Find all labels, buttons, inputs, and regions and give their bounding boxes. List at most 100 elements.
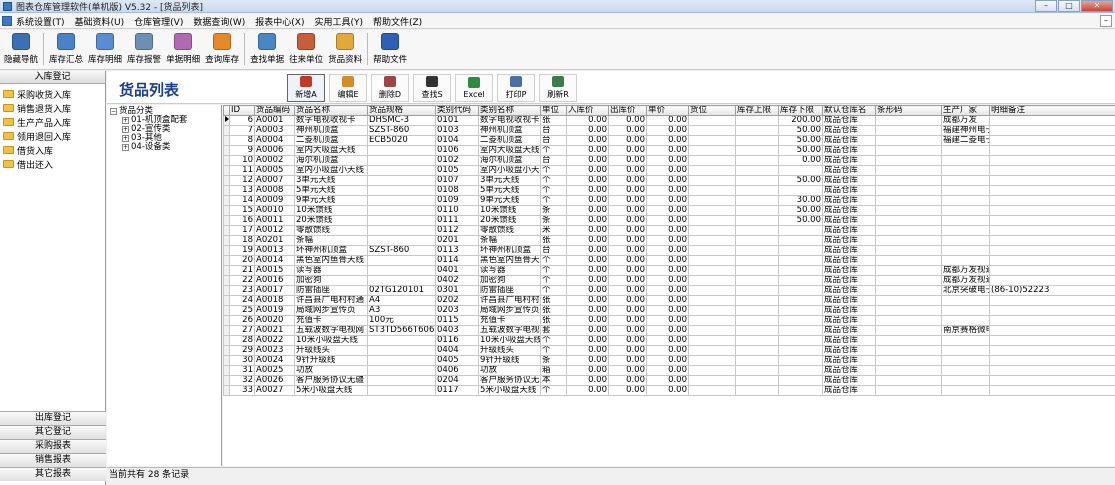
delete-button[interactable]: 删除D bbox=[371, 74, 409, 102]
toolbar-stock-summary-button[interactable]: 库存汇总 bbox=[49, 33, 83, 65]
table-cell: 张 bbox=[540, 235, 567, 246]
add-button[interactable]: 新增A bbox=[287, 74, 325, 102]
toolbar-hide-nav-button[interactable]: 隐藏导航 bbox=[4, 33, 38, 65]
tree-node-2[interactable]: +02-宣传类 bbox=[110, 125, 221, 134]
table-row[interactable]: 20A0014黑色室内鱼骨天线0114黑色室内鱼骨天线个0.000.000.00… bbox=[223, 255, 1115, 266]
table-row[interactable]: 13 A0008 5单元天线 0108 5单元天线个 0.00 0.00 0.00 成品仓库 bbox=[223, 185, 1115, 196]
table-row[interactable]: 12 A0007 3单元天线 0107 3单元天线个 0.00 0.00 0.00 50.00 成… bbox=[223, 175, 1115, 186]
column-header[interactable]: 默认仓库名 bbox=[822, 105, 876, 116]
tree-node-4[interactable]: +04-设备类 bbox=[110, 143, 221, 152]
table-row[interactable]: 8 A0004 二菱机顶盒 ECB5020 0104 二菱机顶盒台 0.00 0.00 0.00… bbox=[223, 135, 1115, 146]
expand-icon[interactable]: + bbox=[122, 135, 129, 142]
find-button[interactable]: 查找S bbox=[413, 74, 451, 102]
table-row[interactable]: 29 A0023 升级线头 0404 升级线头个 0.00 0.00 0.00 成品仓库 bbox=[223, 345, 1115, 356]
column-header[interactable]: 类别名称 bbox=[478, 105, 541, 116]
toolbar-document-detail-button[interactable]: 单据明细 bbox=[166, 33, 200, 65]
nav-item-4[interactable]: 领用退回入库 bbox=[0, 129, 105, 143]
toolbar-find-document-button[interactable]: 查找单据 bbox=[250, 33, 284, 65]
table-cell: 0.00 bbox=[608, 365, 647, 376]
table-row[interactable]: 33 A0027 5米小吸盘天线 0117 5米小吸盘天线个 0.00 0.00 0.00 成品… bbox=[223, 385, 1115, 396]
table-row[interactable]: 31 A0025 功放 0406 功放箱 0.00 0.00 0.00 成品仓库 bbox=[223, 365, 1115, 376]
table-row[interactable]: 22 A0016 加密狗 0402 加密狗个 0.00 0.00 0.00 成品仓库 成都万发视通 bbox=[223, 275, 1115, 286]
table-row[interactable]: 19 A0013 坏神州机顶盒 SZST-860 0113 坏神州机顶盒台 0.00 0.00… bbox=[223, 245, 1115, 256]
table-row[interactable]: 7 A0003 神州机顶盒 SZST-860 0103 神州机顶盒台 0.00 0.00 0.0… bbox=[223, 125, 1115, 136]
toolbar-goods-info-button[interactable]: 货品资料 bbox=[328, 33, 362, 65]
table-row[interactable]: 24A0018许昌县广电村村通A40202许昌县广电村村通张0.000.000.… bbox=[223, 295, 1115, 306]
table-row[interactable]: 23 A0017 防雷插座 02TG120101 0301 防雷插座个 0.00 0.00 0.… bbox=[223, 285, 1115, 296]
column-header[interactable]: ID bbox=[229, 105, 255, 116]
column-header[interactable]: 单价 bbox=[646, 105, 689, 116]
expand-icon[interactable]: + bbox=[122, 126, 129, 133]
table-row[interactable]: 18 A0201 条幅 0201 条幅张 0.00 0.00 0.00 成品仓库 bbox=[223, 235, 1115, 246]
table-row[interactable]: 30 A0024 9针升级线 0405 9针升级线条 0.00 0.00 0.00 成品仓库 bbox=[223, 355, 1115, 366]
print-button[interactable]: 打印P bbox=[497, 74, 535, 102]
toolbar-stock-alert-button[interactable]: 库存报警 bbox=[127, 33, 161, 65]
table-row[interactable]: 25 A0019 局域网步宣传页 A3 0203 局域网步宣传页张 0.00 0.00 0.00… bbox=[223, 305, 1115, 316]
table-row[interactable]: 11A0005室内小吸盘小天线0105室内小吸盘小天线个0.000.000.00… bbox=[223, 165, 1115, 176]
table-row[interactable]: 9 A0006 室内大吸盘天线 0106 室内大吸盘天线个 0.00 0.00 0.00 50.… bbox=[223, 145, 1115, 156]
edit-button[interactable]: 编辑E bbox=[329, 74, 367, 102]
refresh-button[interactable]: 刷新R bbox=[539, 74, 577, 102]
table-row[interactable]: 32A0026客户服务协议无疆0204客户服务协议无疆本0.000.000.00… bbox=[223, 375, 1115, 386]
collapse-icon[interactable]: − bbox=[110, 108, 117, 115]
expand-icon[interactable]: + bbox=[122, 117, 129, 124]
column-header[interactable]: 类别代码 bbox=[435, 105, 479, 116]
toolbar-partners-button[interactable]: 往来单位 bbox=[289, 33, 323, 65]
table-row[interactable]: 10 A0002 海尔机顶盒 0102 海尔机顶盒台 0.00 0.00 0.00 0.00 成品… bbox=[223, 155, 1115, 166]
nav-section-2[interactable]: 其它登记 bbox=[0, 425, 106, 439]
minimize-button[interactable]: – bbox=[1035, 0, 1057, 12]
toolbar-help-file-button[interactable]: 帮助文件 bbox=[373, 33, 407, 65]
column-header[interactable]: 货品名称 bbox=[294, 105, 368, 116]
nav-item-5[interactable]: 借货入库 bbox=[0, 143, 105, 157]
column-header[interactable]: 库存下限 bbox=[778, 105, 823, 116]
menu-item-basic-data[interactable]: 基础资料(U) bbox=[75, 15, 125, 28]
toolbar-stock-detail-button[interactable]: 库存明细 bbox=[88, 33, 122, 65]
column-header[interactable]: 明细备注 bbox=[989, 105, 1115, 116]
close-button[interactable]: ✕ bbox=[1081, 0, 1113, 12]
table-row[interactable]: 28 A0022 10米小吸盘天线 0116 10米小吸盘天线个 0.00 0.00 0.00… bbox=[223, 335, 1115, 346]
nav-section-5[interactable]: 其它报表 bbox=[0, 467, 106, 481]
column-header[interactable]: 出库价 bbox=[608, 105, 647, 116]
table-cell: 0.00 bbox=[646, 145, 689, 156]
table-row[interactable]: 15 A0010 10米馈线 0110 10米馈线条 0.00 0.00 0.00 50.00 成… bbox=[223, 205, 1115, 216]
mdi-restore-button[interactable]: – bbox=[1100, 15, 1112, 27]
column-header[interactable]: 生产厂家 bbox=[941, 105, 990, 116]
menu-item-tools[interactable]: 实用工具(Y) bbox=[314, 15, 363, 28]
table-row[interactable]: 14 A0009 9单元天线 0109 9单元天线个 0.00 0.00 0.00 30.00 成… bbox=[223, 195, 1115, 206]
nav-section-4[interactable]: 销售报表 bbox=[0, 453, 106, 467]
table-row[interactable]: 27A0021五载波数字电视网ST3TD566T606WD10403五载波数字电… bbox=[223, 325, 1115, 336]
table-cell: 箱 bbox=[540, 365, 567, 376]
table-cell: 0.00 bbox=[646, 195, 689, 206]
menu-item-query[interactable]: 数据查询(W) bbox=[193, 15, 245, 28]
table-cell: 室内小吸盘小天线 bbox=[294, 165, 368, 176]
table-row[interactable]: 21 A0015 读写器 0401 读写器个 0.00 0.00 0.00 成品仓库 成都万发视通 bbox=[223, 265, 1115, 276]
column-header[interactable]: 条形码 bbox=[875, 105, 942, 116]
excel-button[interactable]: Excel bbox=[455, 74, 493, 102]
nav-item-6[interactable]: 借出还入 bbox=[0, 157, 105, 171]
column-header[interactable]: 入库价 bbox=[566, 105, 609, 116]
table-row[interactable]: 16 A0011 20米馈线 0111 20米馈线条 0.00 0.00 0.00 50.00 成… bbox=[223, 215, 1115, 226]
table-row[interactable]: 26 A0020 充值卡 100元 0115 充值卡张 0.00 0.00 0.00 成品仓库 bbox=[223, 315, 1115, 326]
nav-header-inbound[interactable]: 入库登记 bbox=[0, 71, 105, 84]
menu-bar: 系统设置(T) 基础资料(U) 仓库管理(V) 数据查询(W) 报表中心(X) … bbox=[0, 14, 1115, 29]
column-header[interactable]: 货品编码 bbox=[254, 105, 295, 116]
menu-item-help[interactable]: 帮助文件(Z) bbox=[373, 15, 422, 28]
nav-section-1[interactable]: 出库登记 bbox=[0, 411, 106, 425]
column-header[interactable]: 货位 bbox=[688, 105, 736, 116]
column-header[interactable]: 单位 bbox=[540, 105, 567, 116]
maximize-button[interactable]: □ bbox=[1058, 0, 1080, 12]
menu-item-warehouse[interactable]: 仓库管理(V) bbox=[134, 15, 183, 28]
column-header[interactable]: 库存上限 bbox=[735, 105, 779, 116]
expand-icon[interactable]: + bbox=[122, 144, 129, 151]
table-cell: 5米小吸盘天线 bbox=[294, 385, 368, 396]
table-row[interactable]: 17 A0012 零散馈线 0112 零散馈线米 0.00 0.00 0.00 成品仓库 bbox=[223, 225, 1115, 236]
nav-item-2[interactable]: 销售退货入库 bbox=[0, 101, 105, 115]
toolbar-query-stock-button[interactable]: 查询库存 bbox=[205, 33, 239, 65]
menu-item-reports[interactable]: 报表中心(X) bbox=[255, 15, 304, 28]
table-row[interactable]: 6 A0001 数字电视收视卡 DHSMC-3 0101 数字电视收视卡张 0.00 0.00… bbox=[223, 115, 1115, 126]
nav-item-1[interactable]: 采购收货入库 bbox=[0, 87, 105, 101]
nav-item-3[interactable]: 生产产品入库 bbox=[0, 115, 105, 129]
column-header[interactable]: 货品规格 bbox=[367, 105, 436, 116]
menu-item-system[interactable]: 系统设置(T) bbox=[16, 15, 65, 28]
nav-section-3[interactable]: 采购报表 bbox=[0, 439, 106, 453]
